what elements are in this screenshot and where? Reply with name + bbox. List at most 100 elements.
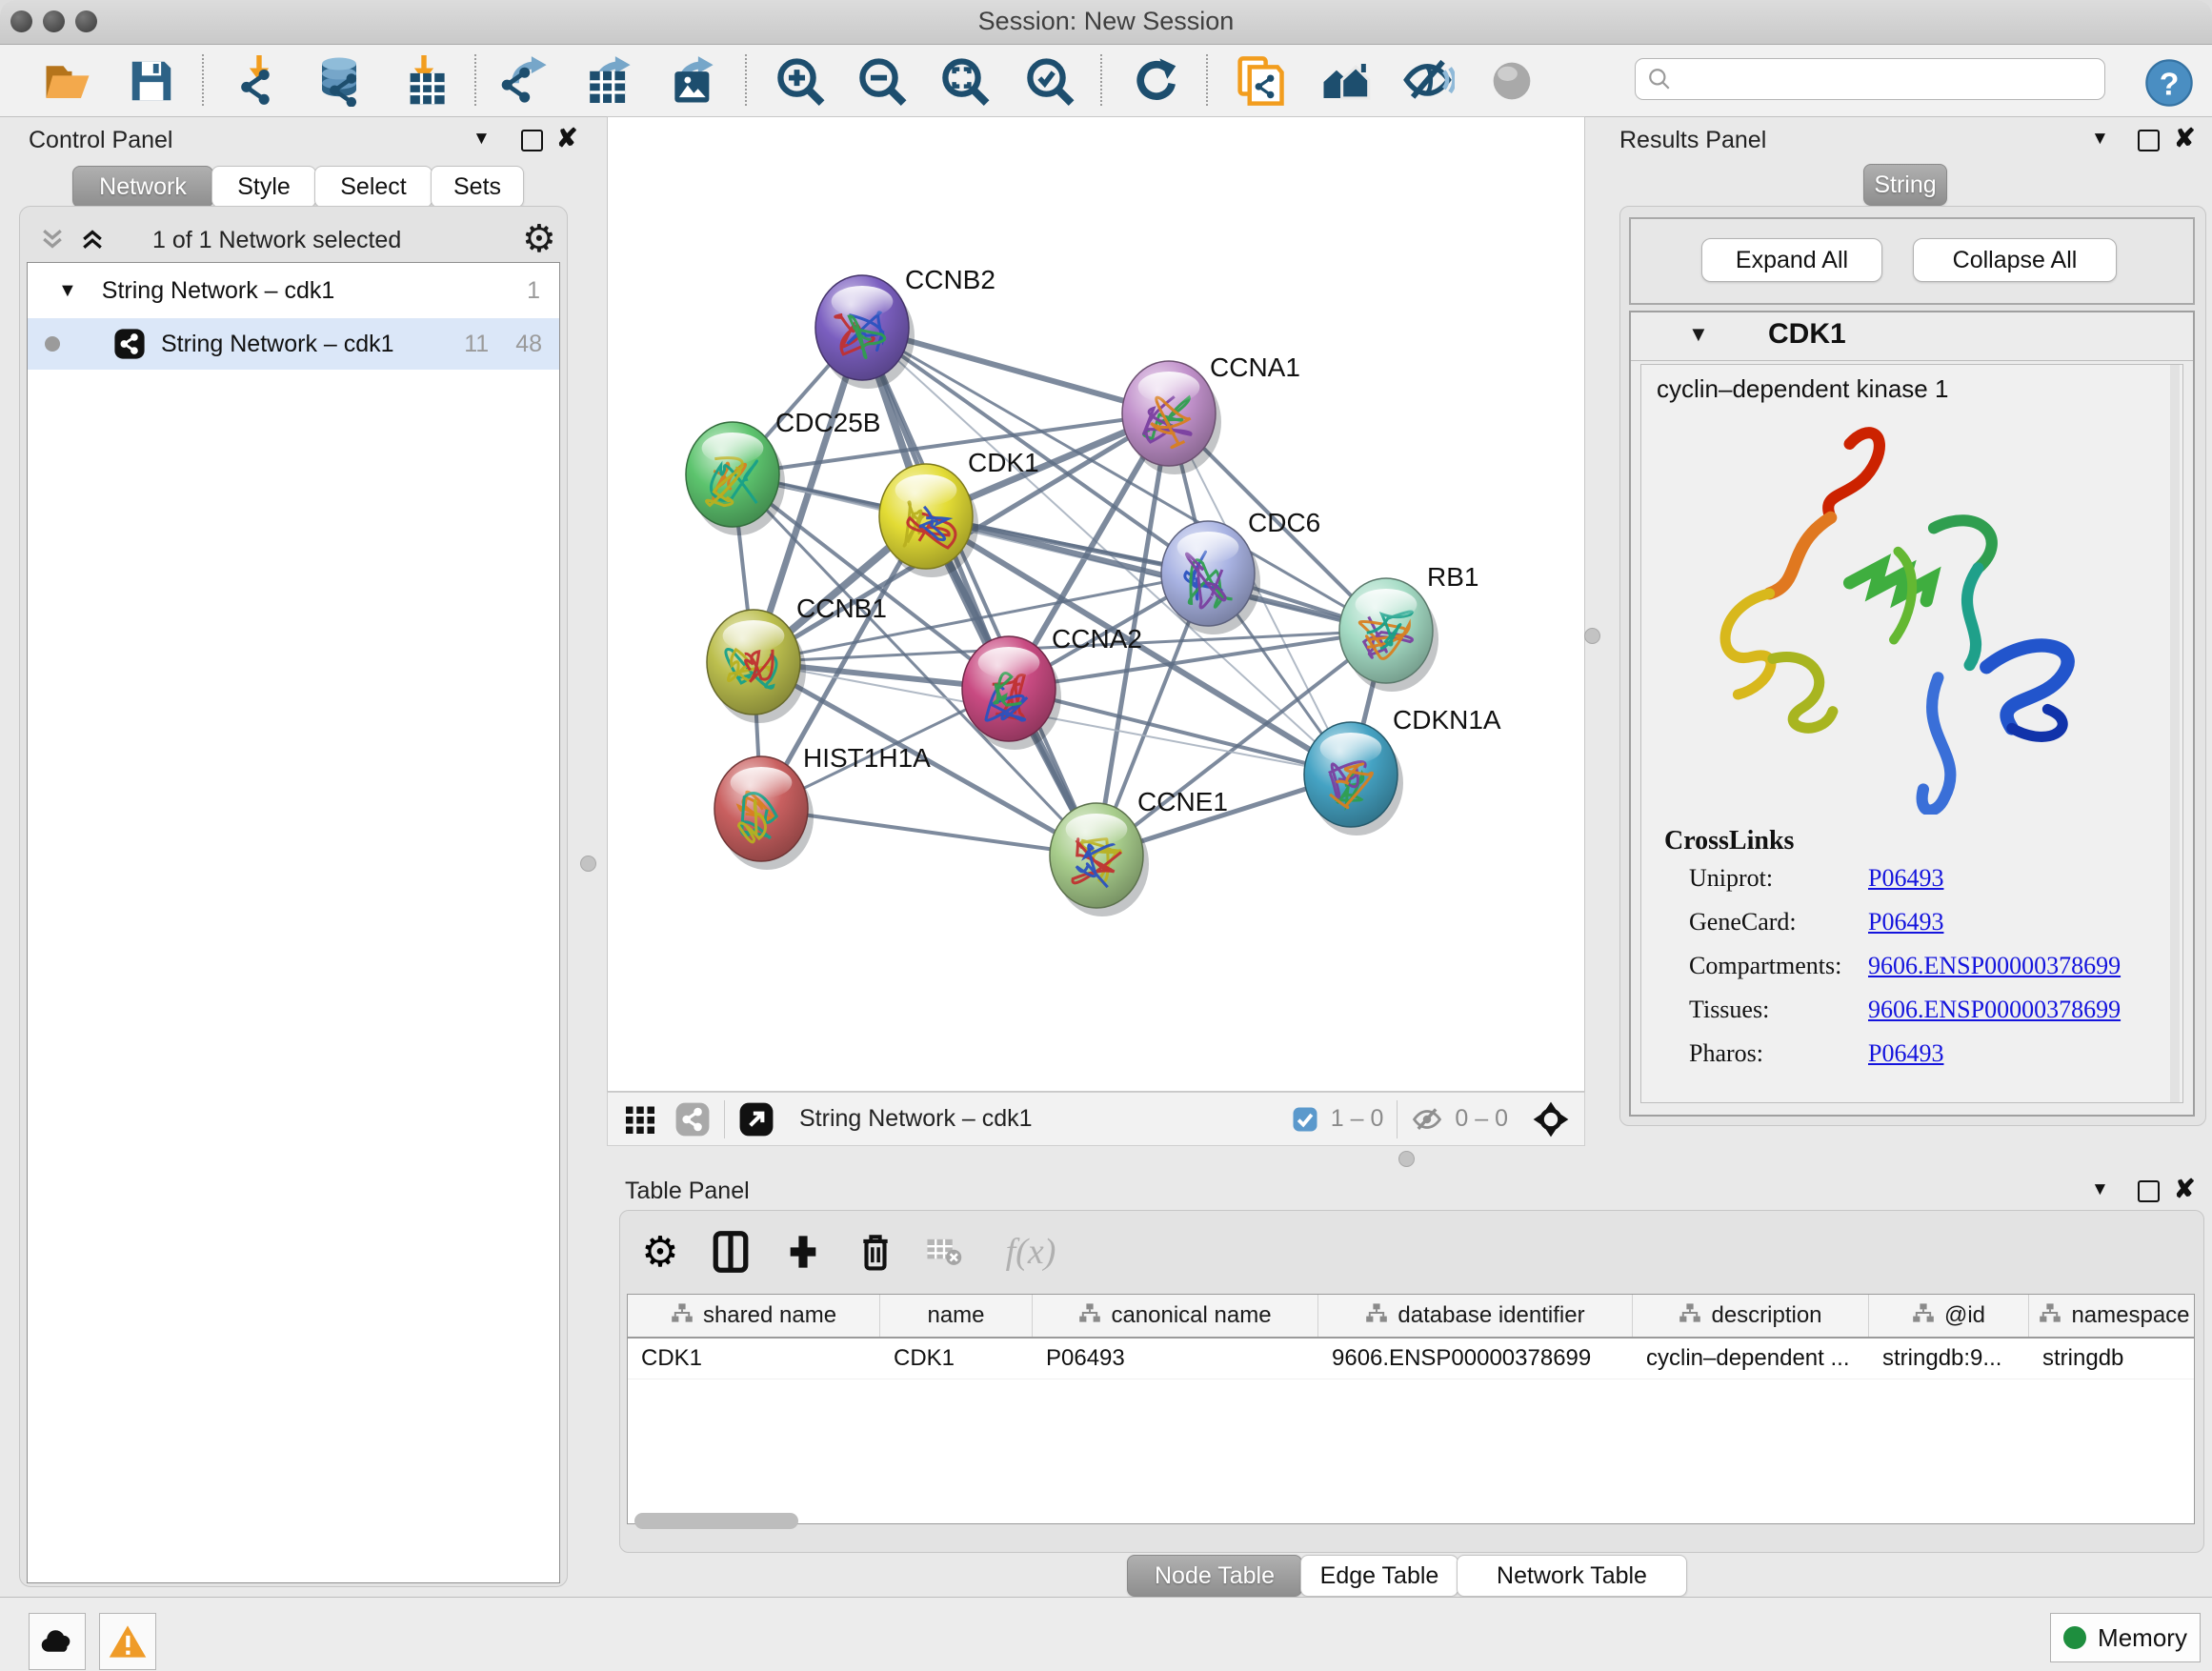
crosslink-link[interactable]: P06493 (1868, 864, 1943, 893)
table-cell[interactable]: CDK1 (628, 1339, 880, 1379)
table-cell[interactable]: P06493 (1033, 1339, 1318, 1379)
column-header-namespace[interactable]: namespace (2029, 1295, 2195, 1337)
expand-all-button[interactable]: Expand All (1701, 238, 1882, 282)
table-cell[interactable]: stringdb:9... (1869, 1339, 2029, 1379)
delete-table-icon[interactable] (920, 1227, 968, 1277)
node-table[interactable]: shared namenamecanonical namedatabase id… (627, 1294, 2195, 1524)
import-network-button[interactable] (231, 53, 287, 109)
create-column-icon[interactable] (779, 1227, 827, 1277)
open-in-window-icon[interactable] (738, 1101, 774, 1137)
memory-button[interactable]: Memory (2050, 1613, 2201, 1662)
search-box[interactable] (1635, 58, 2105, 100)
close-panel-icon[interactable]: ✘ (556, 124, 578, 153)
show-panel-button[interactable] (1484, 53, 1539, 109)
node-CDK1[interactable] (879, 464, 978, 577)
network-canvas[interactable]: CCNB2CCNA1CDC25BCDK1CDC6RB1CCNB1CCNA2CDK… (607, 116, 1585, 1092)
zoom-in-button[interactable] (774, 53, 829, 109)
left-splitter-handle[interactable] (580, 856, 596, 872)
node-CCNA1[interactable] (1122, 361, 1221, 474)
zoom-fit-button[interactable] (938, 53, 994, 109)
close-panel-icon[interactable]: ✘ (2174, 124, 2196, 153)
zoom-selected-button[interactable] (1023, 53, 1078, 109)
column-header-name[interactable]: name (880, 1295, 1033, 1337)
expand-all-networks-icon[interactable] (78, 225, 107, 258)
edge-CCNB2-CCNE1[interactable] (862, 328, 1096, 856)
column-header-description[interactable]: description (1633, 1295, 1869, 1337)
hide-panel-button[interactable] (1401, 53, 1457, 109)
results-scrollbar[interactable] (2170, 365, 2180, 1102)
function-builder-icon[interactable]: f(x) (993, 1227, 1069, 1277)
string-app-icon[interactable] (674, 1101, 711, 1137)
hidden-indicator[interactable]: 0 – 0 (1411, 1103, 1508, 1136)
table-cell[interactable]: cyclin–dependent ... (1633, 1339, 1869, 1379)
node-CDC25B[interactable] (686, 422, 785, 535)
node-CCNE1[interactable] (1050, 803, 1149, 916)
entry-collapse-icon[interactable]: ▼ (1688, 322, 1709, 347)
float-panel-icon[interactable] (521, 130, 543, 156)
cloud-button[interactable] (29, 1613, 86, 1670)
node-CDKN1A[interactable] (1304, 722, 1403, 836)
node-CCNA2[interactable] (962, 636, 1061, 750)
pan-crosshair-icon[interactable] (1531, 1099, 1571, 1139)
share-document-button[interactable] (1233, 53, 1288, 109)
show-columns-icon[interactable] (707, 1227, 754, 1277)
float-panel-icon[interactable] (2138, 1180, 2160, 1207)
import-database-button[interactable] (312, 53, 367, 109)
column-header-shared-name[interactable]: shared name (628, 1295, 880, 1337)
birdseye-grid-icon[interactable] (623, 1102, 657, 1137)
tab-network[interactable]: Network (72, 166, 213, 208)
import-table-button[interactable] (396, 53, 452, 109)
help-button[interactable]: ? (2142, 55, 2197, 111)
export-network-button[interactable] (496, 53, 552, 109)
zoom-out-button[interactable] (855, 53, 911, 109)
open-session-button[interactable] (40, 53, 95, 109)
table-hscrollbar-thumb[interactable] (634, 1513, 798, 1529)
refresh-view-button[interactable] (1129, 53, 1184, 109)
network-row[interactable]: String Network – cdk1 11 48 (28, 318, 559, 370)
column-header-canonical-name[interactable]: canonical name (1033, 1295, 1318, 1337)
collapse-all-button[interactable]: Collapse All (1913, 238, 2117, 282)
node-HIST1H1A[interactable] (714, 756, 814, 870)
bottom-splitter-handle[interactable] (1398, 1151, 1415, 1167)
crosslink-link[interactable]: 9606.ENSP00000378699 (1868, 952, 2121, 980)
tab-network-table[interactable]: Network Table (1457, 1555, 1687, 1597)
node-RB1[interactable] (1339, 578, 1438, 692)
tab-style[interactable]: Style (211, 166, 316, 208)
selected-indicator[interactable]: 1 – 0 (1291, 1105, 1384, 1134)
table-cell[interactable]: CDK1 (880, 1339, 1033, 1379)
tab-select[interactable]: Select (314, 166, 432, 208)
table-cell[interactable]: 9606.ENSP00000378699 (1318, 1339, 1633, 1379)
float-panel-icon[interactable] (2138, 130, 2160, 156)
collapse-all-networks-icon[interactable] (38, 225, 67, 258)
collapse-panel-icon[interactable]: ▼ (473, 129, 491, 150)
delete-column-trash-icon[interactable] (852, 1227, 899, 1277)
tab-node-table[interactable]: Node Table (1127, 1555, 1302, 1597)
save-session-button[interactable] (124, 53, 179, 109)
column-header-database-identifier[interactable]: database identifier (1318, 1295, 1633, 1337)
node-CDC6[interactable] (1161, 521, 1260, 634)
search-input[interactable] (1672, 65, 2093, 93)
tab-string[interactable]: String (1863, 164, 1947, 206)
table-cell[interactable]: stringdb (2029, 1339, 2195, 1379)
network-options-gear-icon[interactable]: ⚙ (522, 217, 556, 261)
string-home-button[interactable] (1317, 53, 1373, 109)
column-header-@id[interactable]: @id (1869, 1295, 2029, 1337)
export-table-button[interactable] (580, 53, 635, 109)
collapse-panel-icon[interactable]: ▼ (2091, 129, 2109, 150)
table-row[interactable]: CDK1CDK1P064939606.ENSP00000378699cyclin… (628, 1339, 2194, 1379)
crosslink-link[interactable]: P06493 (1868, 908, 1943, 936)
close-panel-icon[interactable]: ✘ (2174, 1175, 2196, 1204)
tab-edge-table[interactable]: Edge Table (1300, 1555, 1458, 1597)
tab-sets[interactable]: Sets (431, 166, 524, 208)
entry-divider (1631, 360, 2193, 361)
node-CCNB2[interactable] (815, 275, 915, 389)
export-image-button[interactable] (663, 53, 718, 109)
warnings-button[interactable] (99, 1613, 156, 1670)
collapse-panel-icon[interactable]: ▼ (2091, 1179, 2109, 1200)
crosslink-link[interactable]: 9606.ENSP00000378699 (1868, 996, 2121, 1024)
right-splitter-handle[interactable] (1584, 628, 1600, 644)
network-collection-row[interactable]: ▼ String Network – cdk1 1 (28, 265, 559, 316)
tree-expand-icon[interactable]: ▼ (58, 280, 77, 302)
crosslink-link[interactable]: P06493 (1868, 1039, 1943, 1068)
table-settings-gear-icon[interactable]: ⚙ (636, 1227, 684, 1277)
